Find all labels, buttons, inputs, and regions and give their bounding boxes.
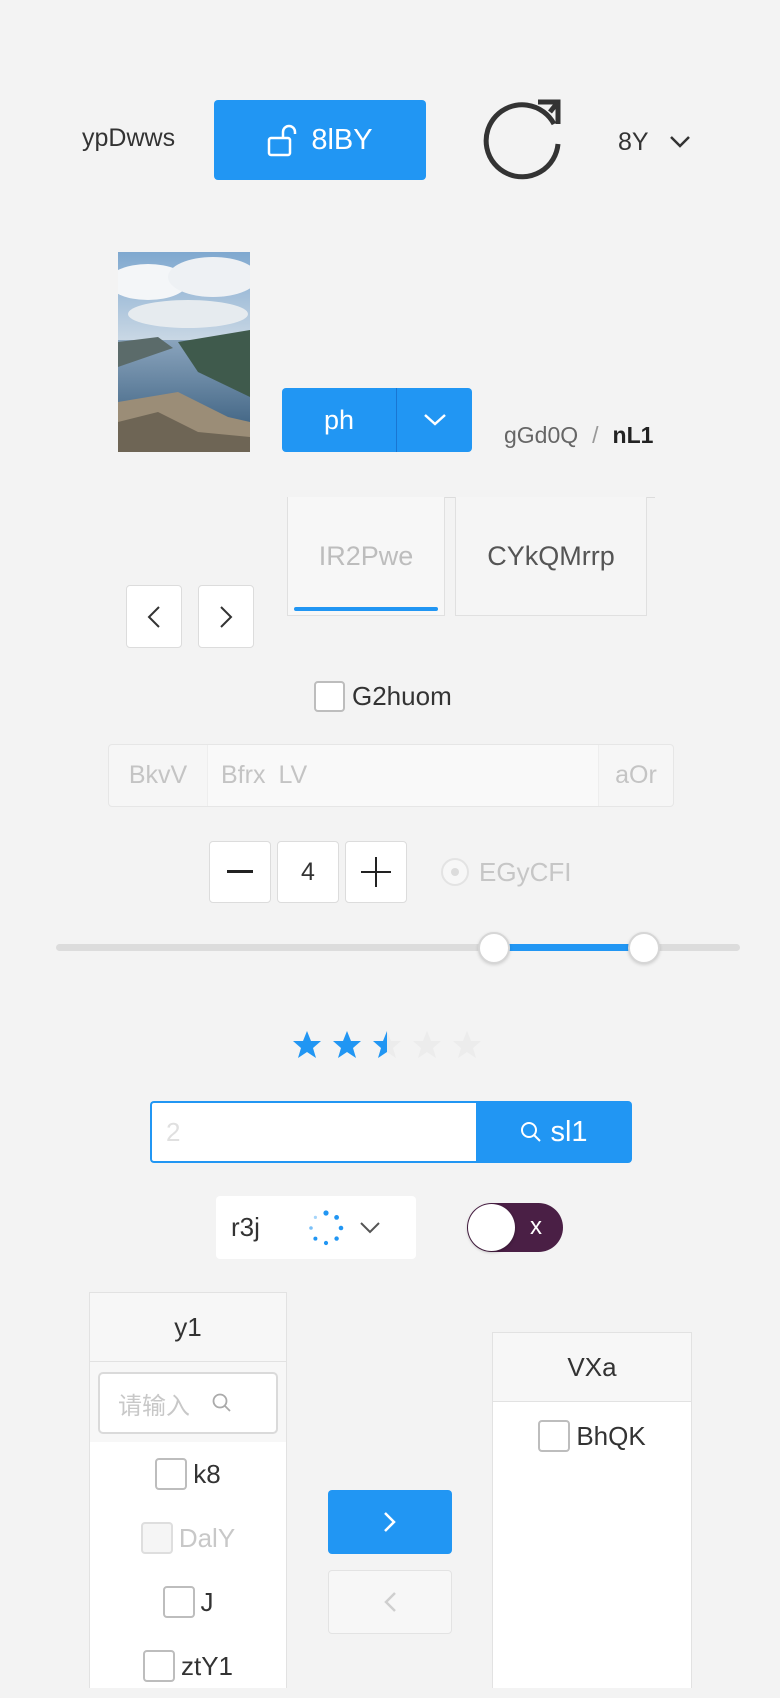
transfer-search-input[interactable]: 请输入 [98,1372,278,1434]
chevron-right-icon [219,605,233,629]
split-button[interactable]: ph [282,388,472,452]
breadcrumb-separator: / [592,422,599,448]
tab-ir2pwe[interactable]: IR2Pwe [287,497,445,616]
breadcrumb: gGd0Q / nL1 [504,422,653,449]
transfer-item-label: ztY1 [180,1650,234,1681]
refresh-icon[interactable] [478,94,568,184]
transfer-to-left-button[interactable] [328,1570,452,1634]
header-select[interactable]: 8Y [618,124,692,160]
input-placeholder: LV [278,761,308,789]
search-input-value: 2 [166,1116,181,1147]
rating[interactable] [292,1030,492,1062]
input-prefix: BkvV [128,761,188,789]
search-button-label: sl1 [550,1115,588,1148]
header-label: ypDwws [82,124,176,152]
search-input[interactable]: 2 [150,1101,476,1163]
transfer-item: DalY [90,1506,286,1570]
unlock-button-label: 8lBY [311,123,373,156]
search-icon [212,1393,232,1413]
range-slider[interactable] [56,930,740,966]
transfer-right-panel: VXa BhQK [492,1332,692,1688]
transfer-left-search-area: 请输入 [90,1362,286,1442]
spinner-icon [308,1209,344,1246]
tab-cykqmrrp-label: CYkQMrrp [487,540,615,571]
transfer-item-label: k8 [193,1458,221,1489]
landscape-image [118,252,250,452]
unlock-button[interactable]: 8lBY [214,100,426,180]
stepper-minus-button[interactable] [209,841,271,903]
transfer-item[interactable]: k8 [90,1442,286,1506]
slider-fill [493,944,645,951]
stepper-value[interactable]: 4 [277,841,339,903]
transfer-to-right-button[interactable] [328,1490,452,1554]
input-field[interactable]: Bfrx LV [207,745,599,806]
radio-egycfi: EGyCFI [441,857,571,887]
slider-handle-low[interactable] [477,932,510,964]
tab-ir2pwe-label: IR2Pwe [318,540,414,571]
transfer-item-label: J [200,1586,214,1617]
transfer-item-checkbox[interactable] [142,1650,175,1682]
chevron-right-icon [383,1511,397,1533]
header-select-value: 8Y [618,127,649,156]
transfer-left-header: y1 [90,1293,286,1362]
chevron-down-icon [423,413,447,427]
checkbox-box[interactable] [314,680,345,712]
transfer-item-checkbox[interactable] [538,1420,571,1452]
breadcrumb-item-1: nL1 [612,422,654,448]
transfer-right-list: BhQK [493,1406,691,1466]
star-icon[interactable] [412,1030,442,1060]
stepper-plus-button[interactable] [345,841,407,903]
transfer-right-header: VXa [493,1333,691,1402]
search-icon [520,1121,542,1143]
transfer-right-title: VXa [567,1351,617,1382]
transfer-item[interactable]: ztY1 [90,1634,286,1698]
breadcrumb-item-0[interactable]: gGd0Q [504,422,578,449]
checkbox-g2huom[interactable]: G2huom [314,680,452,712]
unlock-icon [267,123,299,157]
star-icon[interactable] [292,1030,322,1060]
toggle-knob [468,1204,515,1251]
transfer-item-label: DalY [178,1522,236,1553]
star-icon[interactable] [372,1030,402,1060]
transfer-item-label: BhQK [576,1420,646,1451]
transfer-item[interactable]: BhQK [493,1406,691,1466]
chevron-down-icon [359,1221,381,1235]
transfer-item-checkbox [140,1522,173,1554]
input-group: BkvV Bfrx LV aOr [108,744,674,807]
chevron-down-icon [669,135,691,149]
radio-label: EGyCFI [479,856,572,887]
plus-icon [361,857,391,887]
slider-handle-high[interactable] [628,932,661,964]
tab-active-indicator [294,607,438,611]
input-inner-prefix: Bfrx [221,761,266,789]
transfer-left-title: y1 [174,1311,202,1342]
loading-select-value: r3j [231,1212,260,1242]
prev-button[interactable] [126,585,182,648]
split-button-label: ph [323,404,355,435]
toggle-label: x [530,1213,542,1240]
star-icon[interactable] [452,1030,482,1060]
input-suffix: aOr [615,761,657,789]
next-button[interactable] [198,585,254,648]
loading-select[interactable]: r3j [216,1196,416,1259]
transfer-item[interactable]: J [90,1570,286,1634]
checkbox-label: G2huom [352,680,452,711]
star-icon[interactable] [332,1030,362,1060]
toggle-switch[interactable]: x [467,1203,563,1252]
transfer-left-list: k8 DalY JztY1 [90,1442,286,1698]
split-button-dropdown[interactable] [397,413,472,427]
transfer-item-checkbox[interactable] [155,1458,188,1490]
radio-circle [441,858,469,886]
chevron-left-icon [383,1591,397,1613]
transfer-search-placeholder: 请输入 [118,1392,190,1420]
transfer-item-checkbox[interactable] [162,1586,195,1618]
transfer-left-panel: y1 请输入 k8 DalY JztY1 [89,1292,287,1688]
minus-icon [227,870,253,874]
tab-cykqmrrp[interactable]: CYkQMrrp [455,497,647,616]
search-button[interactable]: sl1 [476,1101,632,1163]
chevron-left-icon [147,605,161,629]
